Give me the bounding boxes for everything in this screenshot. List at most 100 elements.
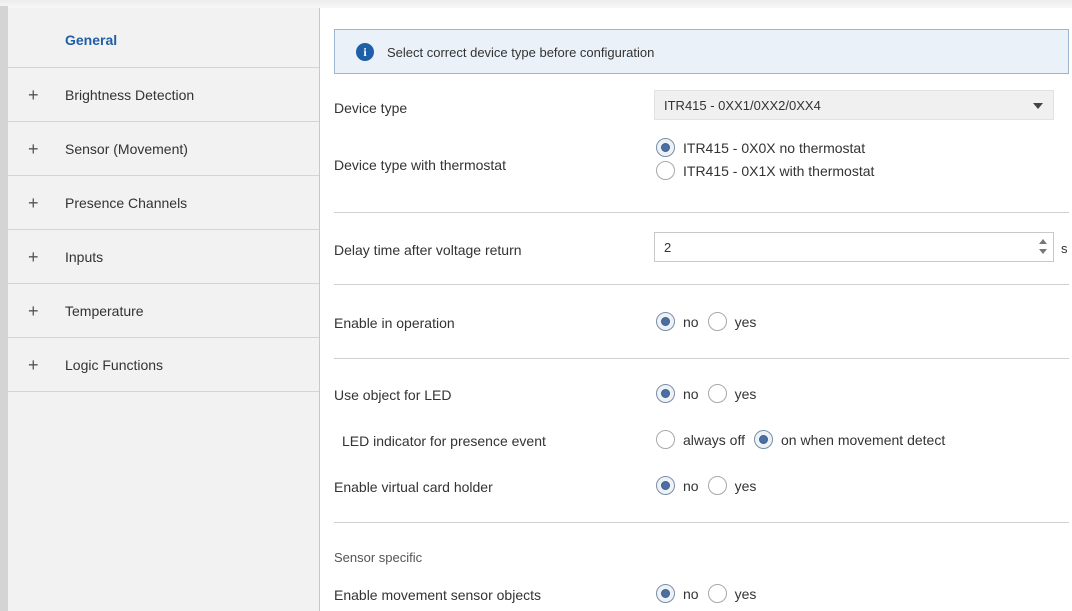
parameter-panel: i Select correct device type before conf… (320, 8, 1072, 611)
radio-dot (656, 584, 675, 603)
device-type-thermostat-options: ITR415 - 0X0X no thermostat ITR415 - 0X1… (656, 138, 883, 184)
info-text: Select correct device type before config… (387, 45, 655, 60)
virtual-card-holder-row: Enable virtual card holder no yes (334, 474, 1069, 502)
led-indicator-row: LED indicator for presence event always … (334, 428, 1069, 456)
delay-time-row: Delay time after voltage return 2 s (334, 232, 1069, 264)
sidebar-item-presence-channels[interactable]: + Presence Channels (8, 176, 319, 230)
device-type-row: Device type ITR415 - 0XX1/0XX2/0XX4 (334, 86, 1069, 120)
movement-sensor-objects-label: Enable movement sensor objects (334, 587, 541, 603)
radio-yes[interactable]: yes (707, 584, 757, 603)
radio-yes[interactable]: yes (707, 476, 757, 495)
delay-time-value: 2 (664, 240, 672, 255)
use-object-led-label: Use object for LED (334, 387, 452, 403)
use-object-led-row: Use object for LED no yes (334, 382, 1069, 410)
expand-icon[interactable]: + (28, 140, 42, 158)
use-object-led-options: no yes (656, 384, 765, 403)
radio-no-thermostat[interactable]: ITR415 - 0X0X no thermostat (656, 138, 874, 157)
radio-dot (656, 161, 675, 180)
expand-icon[interactable]: + (28, 356, 42, 374)
radio-no[interactable]: no (656, 384, 699, 403)
movement-sensor-objects-row: Enable movement sensor objects no yes (334, 582, 1069, 610)
movement-sensor-objects-options: no yes (656, 584, 765, 603)
sidebar-item-brightness-detection[interactable]: + Brightness Detection (8, 68, 319, 122)
expand-icon[interactable]: + (28, 86, 42, 104)
radio-label: yes (734, 385, 757, 402)
divider (334, 358, 1069, 359)
radio-label: no (683, 385, 699, 402)
led-indicator-options: always off on when movement detect (656, 430, 954, 449)
window-left-edge (0, 6, 8, 611)
radio-dot (656, 138, 675, 157)
radio-yes[interactable]: yes (707, 384, 757, 403)
info-banner: i Select correct device type before conf… (334, 29, 1069, 74)
sidebar-item-sensor-movement[interactable]: + Sensor (Movement) (8, 122, 319, 176)
info-icon: i (356, 43, 374, 61)
radio-dot (707, 312, 727, 331)
radio-label: no (683, 477, 699, 494)
radio-no[interactable]: no (656, 476, 699, 495)
divider (334, 522, 1069, 523)
spin-up-icon[interactable] (1039, 239, 1047, 244)
radio-yes[interactable]: yes (707, 312, 757, 331)
expand-icon[interactable]: + (28, 248, 42, 266)
radio-dot (656, 476, 675, 495)
device-type-value: ITR415 - 0XX1/0XX2/0XX4 (664, 98, 821, 113)
radio-label: no (683, 585, 699, 602)
enable-in-operation-options: no yes (656, 312, 765, 331)
radio-dot (656, 384, 675, 403)
radio-no[interactable]: no (656, 584, 699, 603)
radio-dot (656, 312, 675, 331)
delay-time-unit: s (1061, 241, 1068, 256)
enable-in-operation-label: Enable in operation (334, 315, 455, 331)
radio-dot (707, 476, 727, 495)
expand-icon[interactable]: + (28, 194, 42, 212)
radio-always-off[interactable]: always off (656, 430, 745, 449)
expand-icon[interactable]: + (28, 302, 42, 320)
sidebar-item-logic-functions[interactable]: + Logic Functions (8, 338, 319, 392)
sidebar-item-label: Inputs (65, 248, 104, 265)
virtual-card-holder-options: no yes (656, 476, 765, 495)
radio-dot (656, 430, 675, 449)
radio-no[interactable]: no (656, 312, 699, 331)
divider (334, 284, 1069, 285)
radio-label: ITR415 - 0X1X with thermostat (683, 162, 875, 179)
radio-with-thermostat[interactable]: ITR415 - 0X1X with thermostat (656, 161, 874, 180)
divider (334, 212, 1069, 213)
radio-label: always off (683, 431, 745, 448)
radio-label: no (683, 313, 699, 330)
radio-dot (707, 584, 727, 603)
led-indicator-label: LED indicator for presence event (342, 433, 546, 449)
device-type-thermostat-label: Device type with thermostat (334, 157, 506, 173)
sidebar-item-label: Presence Channels (65, 194, 188, 211)
enable-in-operation-row: Enable in operation no yes (334, 310, 1069, 338)
sidebar-item-label: General (65, 32, 118, 48)
spin-down-icon[interactable] (1039, 249, 1047, 254)
delay-time-spinbox[interactable]: 2 (654, 232, 1054, 262)
chevron-down-icon (1033, 103, 1043, 109)
section-title-sensor-specific: Sensor specific (334, 550, 423, 565)
sidebar-item-inputs[interactable]: + Inputs (8, 230, 319, 284)
sidebar-item-label: Brightness Detection (65, 86, 195, 103)
spin-arrows[interactable] (1039, 238, 1047, 256)
delay-time-label: Delay time after voltage return (334, 242, 522, 258)
radio-dot (754, 430, 773, 449)
radio-label: yes (734, 585, 757, 602)
sidebar-item-label: Logic Functions (65, 356, 164, 373)
radio-dot (707, 384, 727, 403)
device-type-label: Device type (334, 100, 408, 116)
radio-on-when-movement[interactable]: on when movement detect (754, 430, 945, 449)
radio-label: ITR415 - 0X0X no thermostat (683, 139, 866, 156)
sidebar: General + Brightness Detection + Sensor … (8, 8, 320, 611)
sidebar-item-label: Temperature (65, 302, 144, 319)
window-frame: General + Brightness Detection + Sensor … (0, 0, 1072, 611)
device-type-thermostat-row: Device type with thermostat ITR415 - 0X0… (334, 138, 1069, 188)
device-type-select[interactable]: ITR415 - 0XX1/0XX2/0XX4 (654, 90, 1054, 120)
window-top-edge (0, 0, 1072, 8)
virtual-card-holder-label: Enable virtual card holder (334, 479, 493, 495)
sidebar-item-label: Sensor (Movement) (65, 140, 188, 157)
radio-label: on when movement detect (781, 431, 946, 448)
sidebar-item-general[interactable]: General (8, 8, 319, 68)
radio-label: yes (734, 477, 757, 494)
radio-label: yes (734, 313, 757, 330)
sidebar-item-temperature[interactable]: + Temperature (8, 284, 319, 338)
